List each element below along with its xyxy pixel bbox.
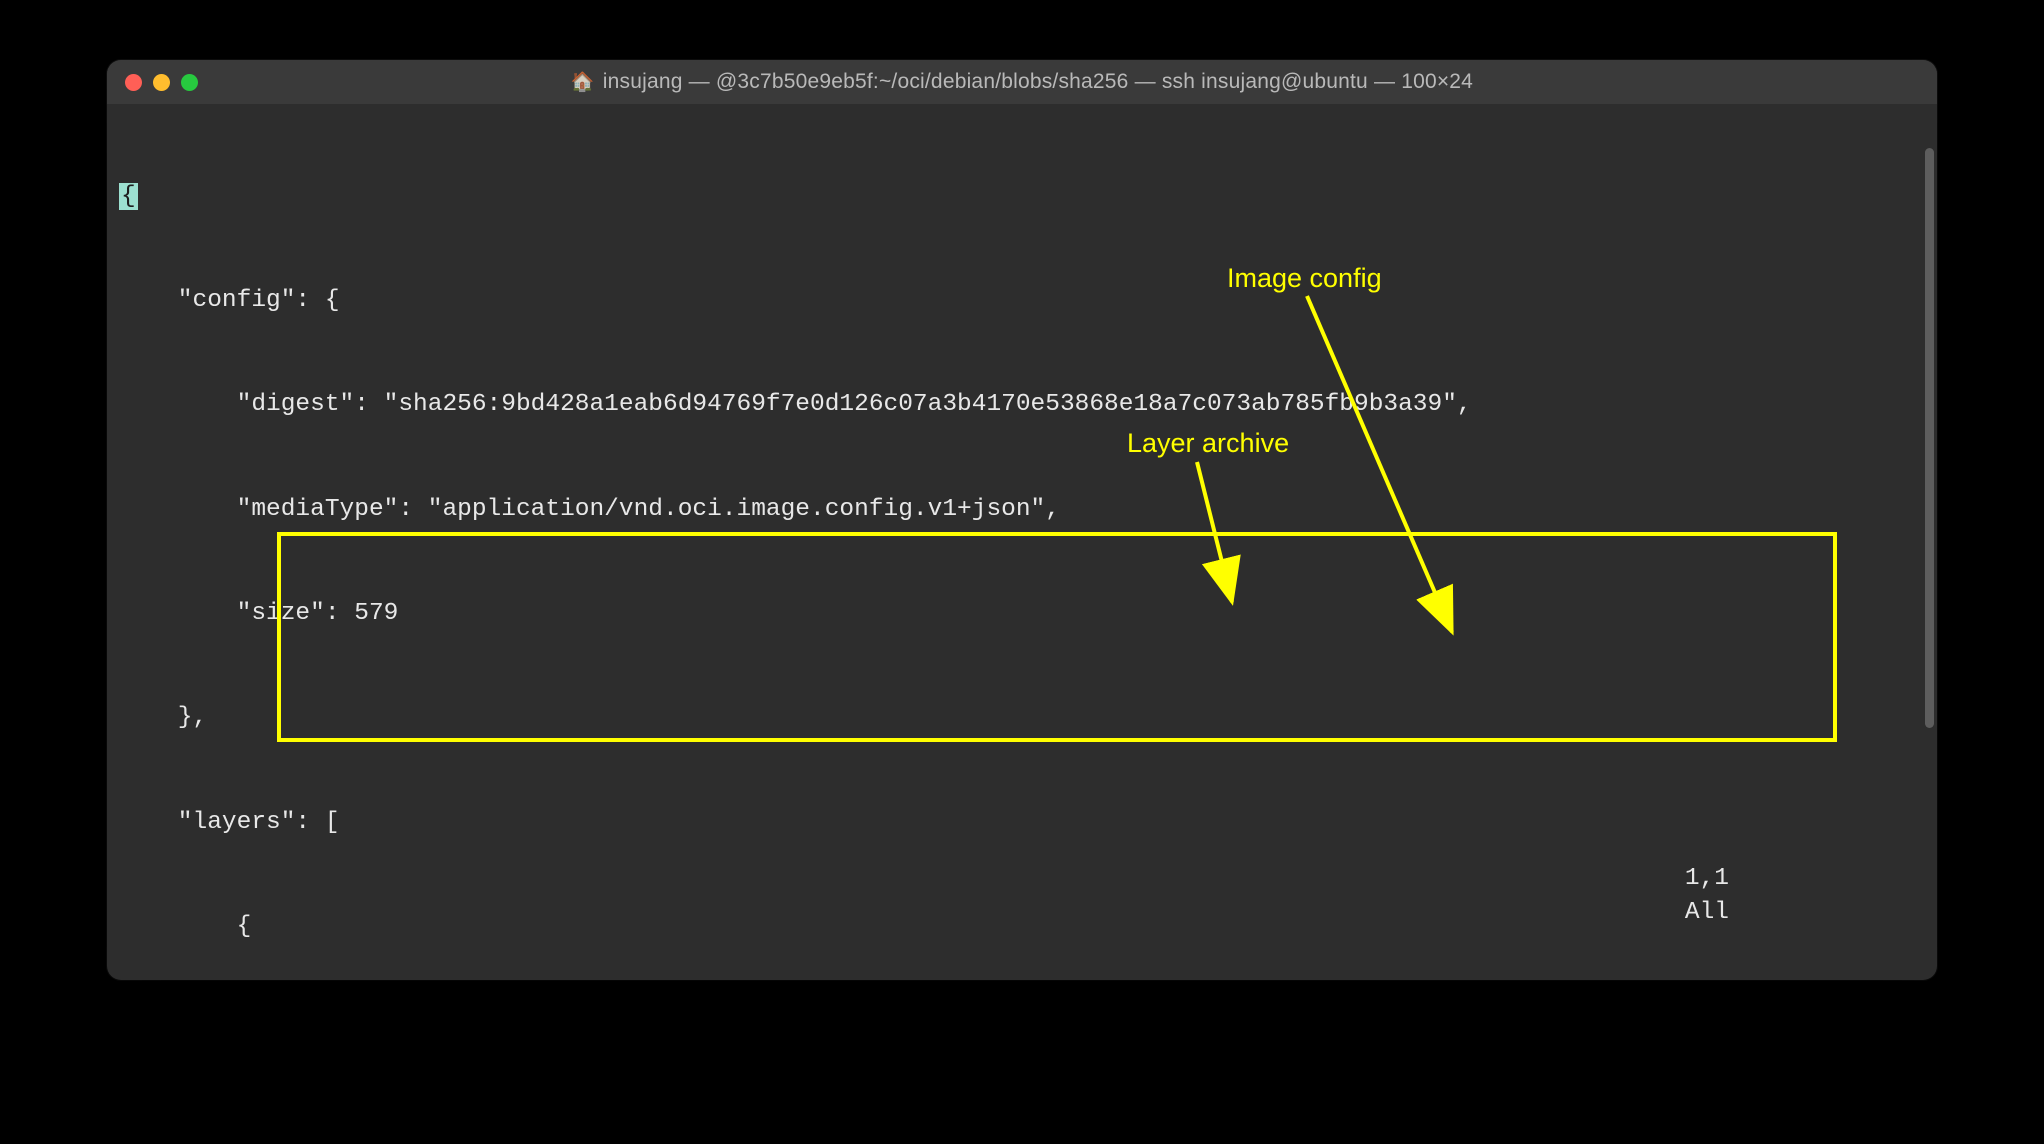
window-title: 🏠 insujang — @3c7b50e9eb5f:~/oci/debian/… — [125, 70, 1919, 94]
scrollbar[interactable] — [1925, 148, 1934, 728]
traffic-lights — [125, 74, 198, 91]
arrow-image-config — [1307, 296, 1452, 632]
json-line: }, — [107, 701, 1937, 736]
scroll-position: All — [1685, 899, 1729, 926]
json-line: "size": 579 — [107, 597, 1937, 632]
close-window-button[interactable] — [125, 74, 142, 91]
vim-status-bar: 1,1 All — [1597, 827, 1909, 966]
home-icon: 🏠 — [571, 70, 595, 94]
arrow-layer-archive — [1197, 462, 1232, 602]
json-line: "digest": "sha256:9bd428a1eab6d94769f7e0… — [107, 388, 1937, 423]
json-open-brace: { — [119, 183, 138, 210]
minimize-window-button[interactable] — [153, 74, 170, 91]
title-bar: 🏠 insujang — @3c7b50e9eb5f:~/oci/debian/… — [107, 60, 1937, 104]
annotation-image-config: Image config — [1227, 259, 1382, 297]
terminal-body[interactable]: { "config": { "digest": "sha256:9bd428a1… — [107, 104, 1937, 980]
json-line: "mediaType": "application/vnd.oci.image.… — [107, 493, 1937, 528]
terminal-window: 🏠 insujang — @3c7b50e9eb5f:~/oci/debian/… — [107, 60, 1937, 980]
annotation-layer-archive: Layer archive — [1127, 424, 1289, 462]
window-title-text: insujang — @3c7b50e9eb5f:~/oci/debian/bl… — [603, 70, 1473, 94]
json-line: "config": { — [107, 284, 1937, 319]
json-line: { — [107, 180, 1937, 215]
cursor-position: 1,1 — [1685, 865, 1729, 892]
maximize-window-button[interactable] — [181, 74, 198, 91]
